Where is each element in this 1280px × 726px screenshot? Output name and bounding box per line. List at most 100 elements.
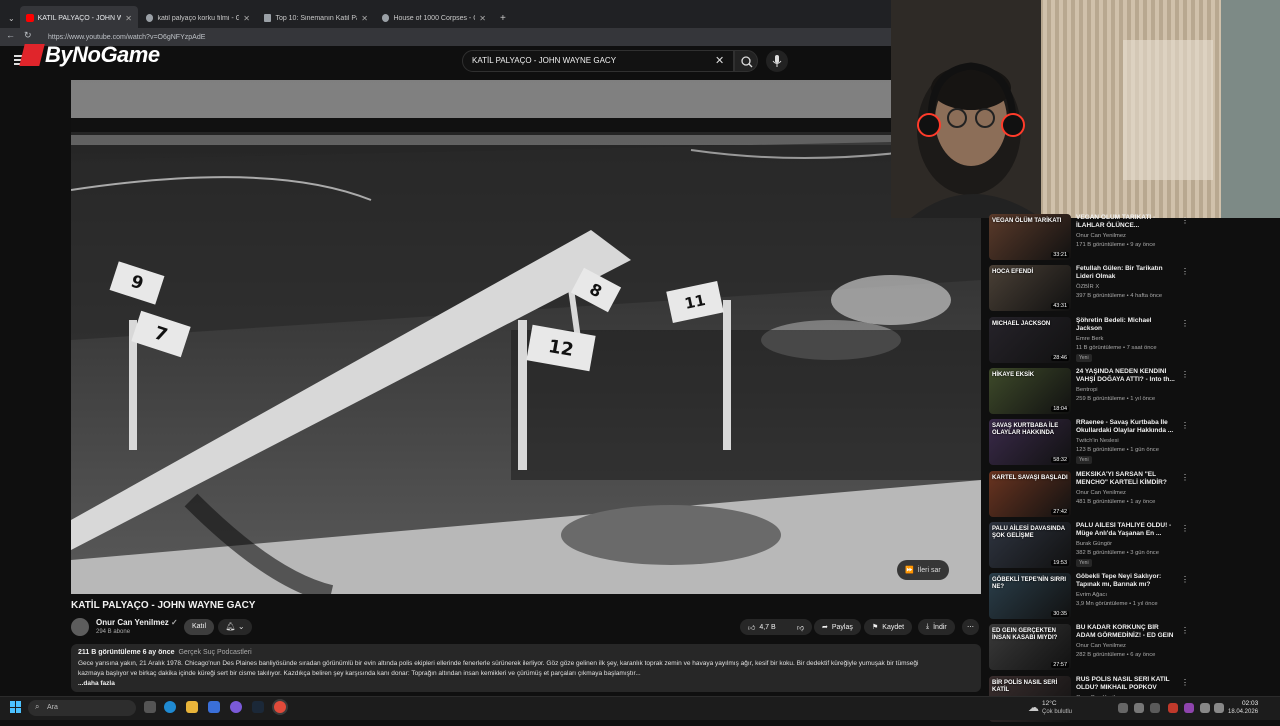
recommendation-channel[interactable]: ÖZBİR X <box>1076 284 1099 290</box>
recommendation-item[interactable]: MICHAEL JACKSON 28:46 Şöhretin Bedeli: Mic… <box>989 317 1189 367</box>
like-count[interactable]: 4,7 B <box>759 624 775 631</box>
new-tab-button[interactable]: + <box>494 8 512 28</box>
more-options-icon[interactable]: ⋮ <box>1181 370 1189 379</box>
recommendation-title[interactable]: Fetullah Gülen: Bir Tarikatın Lideri Olm… <box>1076 265 1178 282</box>
close-icon[interactable]: ✕ <box>125 14 132 23</box>
close-icon[interactable]: ✕ <box>361 14 368 23</box>
mail-icon[interactable] <box>208 701 220 713</box>
more-options-icon[interactable]: ⋮ <box>1181 678 1189 687</box>
video-thumbnail[interactable]: MICHAEL JACKSON 28:46 <box>989 317 1071 363</box>
video-thumbnail[interactable]: PALU AİLESİ DAVASINDA ŞOK GELİŞME 19:53 <box>989 522 1071 568</box>
more-options-icon[interactable]: ⋮ <box>1181 319 1189 328</box>
video-thumbnail[interactable]: HOCA EFENDİ 43:31 <box>989 265 1071 311</box>
recommendation-item[interactable]: HİKAYE EKSİK 18:04 24 YAŞINDA NEDEN KENDİN… <box>989 368 1189 418</box>
more-options-icon[interactable]: ⋮ <box>1181 473 1189 482</box>
recommendation-item[interactable]: VEGAN ÖLÜM TARİKATI 33:21 VEGAN ÖLÜM TARİK… <box>989 214 1189 264</box>
edge-icon[interactable] <box>164 701 176 713</box>
back-icon[interactable]: ← <box>6 30 15 40</box>
weather-desc[interactable]: Çok bulutlu <box>1042 709 1072 715</box>
tray-icon[interactable] <box>1184 703 1194 713</box>
thumbs-down-icon[interactable]: 👎︎ <box>797 623 804 632</box>
taskbar-time[interactable]: 02:03 <box>1242 700 1258 707</box>
discord-icon[interactable] <box>230 701 242 713</box>
recommendation-channel[interactable]: Burak Güngör <box>1076 541 1112 547</box>
channel-name[interactable]: Onur Can Yenilmez ✓ <box>96 618 178 627</box>
duration-badge: 43:31 <box>1051 303 1069 309</box>
recommendation-channel[interactable]: Onur Can Yenilmez <box>1076 643 1126 649</box>
recommendation-item[interactable]: KARTEL SAVAŞI BAŞLADI 27:42 MEKSİKA'YI SAR… <box>989 471 1189 521</box>
channel-avatar[interactable] <box>71 618 89 636</box>
recommendation-channel[interactable]: Bentropi <box>1076 387 1098 393</box>
tab-youtube[interactable]: KATİL PALYAÇO - JOHN WAYNE G ✕ <box>20 6 138 30</box>
recommendation-channel[interactable]: Onur Can Yenilmez <box>1076 490 1126 496</box>
share-button[interactable]: ➦ Paylaş <box>814 619 861 635</box>
taskbar-search-input[interactable]: Ara <box>47 704 58 711</box>
more-options-icon[interactable]: ⋮ <box>1181 216 1189 225</box>
recommendation-item[interactable]: SAVAŞ KURTBABA İLE OLAYLAR HAKKINDA 58:32… <box>989 419 1189 469</box>
steam-icon[interactable] <box>252 701 264 713</box>
close-icon[interactable]: ✕ <box>479 14 486 23</box>
video-thumbnail[interactable]: GÖBEKLİ TEPE'NİN SIRRI NE? 30:35 <box>989 573 1071 619</box>
video-thumbnail[interactable]: KARTEL SAVAŞI BAŞLADI 27:42 <box>989 471 1071 517</box>
download-button[interactable]: ⤓ İndir <box>918 619 955 635</box>
tab-list-button[interactable]: ⌄ <box>2 8 21 28</box>
save-button[interactable]: ⚑ Kaydet <box>864 619 913 635</box>
search-input[interactable]: KATİL PALYAÇO - JOHN WAYNE GACY <box>472 56 616 65</box>
search-button[interactable] <box>734 50 758 72</box>
file-explorer-icon[interactable] <box>186 701 198 713</box>
show-more-link[interactable]: ...daha fazla <box>78 680 115 687</box>
recommendation-item[interactable]: PALU AİLESİ DAVASINDA ŞOK GELİŞME 19:53 PA… <box>989 522 1189 572</box>
video-thumbnail[interactable]: HİKAYE EKSİK 18:04 <box>989 368 1071 414</box>
tab-google-1[interactable]: katil palyaço korku filmi - Google ✕ <box>140 8 256 28</box>
recommendation-title[interactable]: Şöhretin Bedeli: Michael Jackson <box>1076 317 1178 334</box>
reload-icon[interactable]: ↻ <box>24 30 32 41</box>
recommendation-channel[interactable]: Twitch'in Neslesi <box>1076 438 1119 444</box>
weather-temp[interactable]: 12°C <box>1042 700 1057 707</box>
video-thumbnail[interactable]: VEGAN ÖLÜM TARİKATI 33:21 <box>989 214 1071 260</box>
video-thumbnail[interactable]: SAVAŞ KURTBABA İLE OLAYLAR HAKKINDA 58:32 <box>989 419 1071 465</box>
taskbar-date[interactable]: 18.04.2026 <box>1228 709 1258 715</box>
tray-icon[interactable] <box>1150 703 1160 713</box>
video-player[interactable]: 9 7 8 12 11 <box>71 80 981 594</box>
recommendation-title[interactable]: PALU AİLESİ TAHLİYE OLDU! - Müge Anlı'da… <box>1076 522 1178 539</box>
more-options-icon[interactable]: ⋮ <box>1181 267 1189 276</box>
recommendation-item[interactable]: ED GEIN GERÇEKTEN İNSAN KASABI MIYDI? 27:… <box>989 624 1189 674</box>
more-options-icon[interactable]: ⋮ <box>1181 626 1189 635</box>
recommendation-channel[interactable]: Evrim Ağacı <box>1076 592 1107 598</box>
join-button[interactable]: Katıl <box>184 619 215 635</box>
close-icon[interactable]: ✕ <box>243 14 250 23</box>
video-thumbnail[interactable]: ED GEIN GERÇEKTEN İNSAN KASABI MIYDI? 27:… <box>989 624 1071 670</box>
recommendation-title[interactable]: RUS POLİS NASIL SERİ KATİL OLDU? MIKHAIL… <box>1076 676 1178 693</box>
recommendation-item[interactable]: GÖBEKLİ TEPE'NİN SIRRI NE? 30:35 Göbekli T… <box>989 573 1189 623</box>
task-view-icon[interactable] <box>144 701 156 713</box>
notification-bell-button[interactable]: 🔔︎ ⌄ <box>218 619 252 635</box>
recommendation-title[interactable]: 24 YAŞINDA NEDEN KENDİNİ VAHŞİ DOĞAYA AT… <box>1076 368 1178 385</box>
tray-icon[interactable] <box>1168 703 1178 713</box>
volume-icon[interactable] <box>1214 703 1224 713</box>
thumbs-up-icon[interactable]: 👍︎ <box>748 623 755 632</box>
voice-search-button[interactable] <box>766 50 788 72</box>
taskbar-search-box[interactable] <box>28 700 136 716</box>
tray-icon[interactable] <box>1134 703 1144 713</box>
recommendation-title[interactable]: Göbekli Tepe Neyi Saklıyor: Tapınak mı, … <box>1076 573 1178 590</box>
recommendation-title[interactable]: MEKSİKA'YI SARSAN "EL MENCHO" KARTELİ Kİ… <box>1076 471 1178 488</box>
recommendation-title[interactable]: BU KADAR KORKUNÇ BİR ADAM GÖRMEDİNİZ! - … <box>1076 624 1178 641</box>
more-options-icon[interactable]: ⋮ <box>1181 575 1189 584</box>
clear-search-icon[interactable]: ✕ <box>715 54 724 67</box>
more-options-icon[interactable]: ⋮ <box>1181 421 1189 430</box>
wifi-icon[interactable] <box>1200 703 1210 713</box>
tray-icon[interactable] <box>1118 703 1128 713</box>
recommendation-title[interactable]: RRaenee - Savaş Kurtbaba İle Okullardaki… <box>1076 419 1178 436</box>
recommendation-channel[interactable]: Emre Berk <box>1076 336 1103 342</box>
category-tag[interactable]: Gerçek Suç Podcastleri <box>178 649 251 656</box>
tab-google-2[interactable]: House of 1000 Corpses - Google ✕ <box>376 8 492 28</box>
skip-forward-button[interactable]: ⏩ İleri sar <box>897 560 949 580</box>
recommendation-item[interactable]: HOCA EFENDİ 43:31 Fetullah Gülen: Bir Tari… <box>989 265 1189 315</box>
recommendation-channel[interactable]: Onur Can Yenilmez <box>1076 233 1126 239</box>
more-actions-button[interactable]: ⋯ <box>962 619 979 635</box>
windows-start-icon[interactable] <box>10 701 22 713</box>
tab-top10[interactable]: Top 10: Sinemanın Katil Palyaçola ✕ <box>258 8 374 28</box>
chrome-icon[interactable] <box>274 701 286 713</box>
more-options-icon[interactable]: ⋮ <box>1181 524 1189 533</box>
recommendation-title[interactable]: VEGAN ÖLÜM TARİKATI - İLAHLAR ÖLÜNCE... <box>1076 214 1178 231</box>
